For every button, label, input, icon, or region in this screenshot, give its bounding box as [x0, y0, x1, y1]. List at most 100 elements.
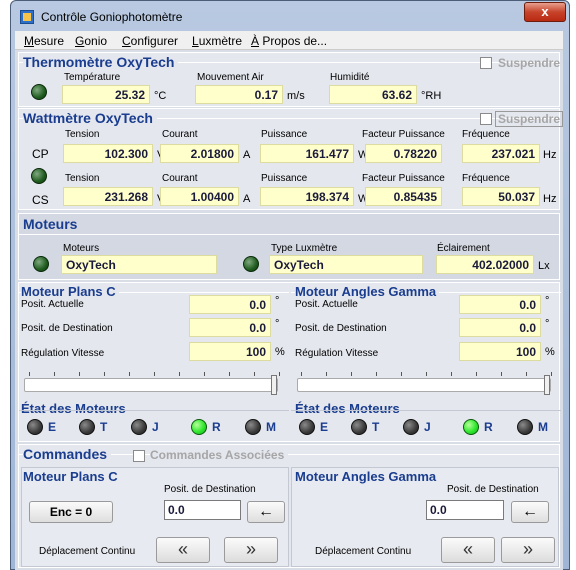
- watt-panel: Wattmètre OxyTech Suspendre CP Tension 1…: [18, 108, 564, 210]
- cmd-planc-dest-label: Posit. de Destination: [164, 484, 256, 495]
- slider-tick: [301, 372, 302, 376]
- temp-label: Température: [64, 72, 121, 83]
- menu-luxmetre[interactable]: Luxmètre: [192, 34, 242, 48]
- gamma-led-e: [299, 419, 315, 435]
- gamma-led-label-j: J: [424, 420, 431, 434]
- gamma-led-label-t: T: [372, 420, 380, 434]
- watt-title: Wattmètre OxyTech: [23, 110, 157, 126]
- gamma-led-label-m: M: [538, 420, 548, 434]
- gamma-dest-value: 0.0: [459, 318, 541, 337]
- slider-tick: [326, 372, 327, 376]
- lux-type-label: Type Luxmètre: [271, 243, 338, 254]
- slider-tick: [476, 372, 477, 376]
- cs-courant-unit: A: [243, 193, 251, 205]
- cmd-planc-title: Moteur Plans C: [23, 469, 118, 484]
- cp-tension-value: 102.300: [63, 144, 153, 163]
- gamma-status-leds: ETJRM: [291, 419, 561, 439]
- gamma-led-m: [517, 419, 533, 435]
- slider-tick: [376, 372, 377, 376]
- gamma-led-r: [463, 419, 479, 435]
- planc-led-e: [27, 419, 43, 435]
- menu-mesure[interactable]: Mesure: [24, 34, 64, 48]
- slider-tick: [179, 372, 180, 376]
- gamma-dest-unit: °: [545, 318, 550, 330]
- cmd-gamma-title: Moteur Angles Gamma: [295, 469, 437, 484]
- cs-courant-value: 1.00400: [160, 187, 239, 206]
- close-button[interactable]: x: [524, 2, 566, 22]
- menu-configurer[interactable]: Configurer: [122, 34, 178, 48]
- watt-suspend-checkbox[interactable]: [480, 113, 492, 125]
- slider-tick: [551, 372, 552, 376]
- cmd-gamma-next-button[interactable]: »: [501, 537, 555, 563]
- eclairement-unit: Lx: [538, 260, 550, 272]
- cp-fp-value: 0.78220: [365, 144, 442, 163]
- motors-row-panel: Moteur Plans C Posit. Actuelle 0.0 ° Pos…: [18, 282, 561, 442]
- moteurs-label: Moteurs: [63, 243, 100, 254]
- cmd-planc-go-button[interactable]: ←: [247, 501, 285, 523]
- commandes-assoc-label: Commandes Associées: [150, 448, 289, 462]
- cs-puissance-value: 198.374: [260, 187, 354, 206]
- planc-led-r: [191, 419, 207, 435]
- thermo-suspend-checkbox[interactable]: [480, 57, 492, 69]
- cmd-planc-prev-button[interactable]: «: [156, 537, 210, 563]
- gamma-pos-label: Posit. Actuelle: [295, 299, 358, 310]
- gamma-led-j: [403, 419, 419, 435]
- enc-reset-button[interactable]: Enc = 0: [29, 501, 113, 523]
- cmd-planc-dest-input[interactable]: 0.0: [164, 500, 241, 520]
- gamma-reg-unit: %: [545, 346, 555, 358]
- menu-gonio[interactable]: Gonio: [75, 34, 107, 48]
- planc-pos-label: Posit. Actuelle: [21, 299, 84, 310]
- planc-reg-label: Régulation Vitesse: [21, 348, 105, 359]
- cmd-gamma-go-button[interactable]: ←: [511, 501, 549, 523]
- commandes-assoc-checkbox[interactable]: [133, 450, 145, 462]
- slider-tick: [204, 372, 205, 376]
- thermo-suspend-label: Suspendre: [498, 56, 561, 70]
- commandes-panel: Commandes Commandes Associées Moteur Pla…: [18, 444, 560, 568]
- cmd-planc-next-button[interactable]: »: [224, 537, 278, 563]
- hum-unit: °RH: [421, 90, 442, 102]
- slider-tick: [229, 372, 230, 376]
- gamma-reg-label: Régulation Vitesse: [295, 348, 379, 359]
- slider-tick: [154, 372, 155, 376]
- planc-speed-slider[interactable]: [24, 375, 278, 395]
- cp-courant-label: Courant: [162, 129, 198, 140]
- slider-tick: [501, 372, 502, 376]
- cs-freq-value: 50.037: [462, 187, 540, 206]
- cp-tag: CP: [32, 147, 49, 161]
- planc-reg-value: 100: [189, 342, 271, 361]
- cp-freq-unit: Hz: [543, 149, 557, 161]
- planc-led-t: [79, 419, 95, 435]
- commandes-title: Commandes: [23, 446, 112, 462]
- watt-suspend-label: Suspendre: [495, 111, 564, 127]
- eclairement-value: 402.02000: [436, 255, 534, 274]
- gamma-etat-title: État des Moteurs: [295, 401, 400, 416]
- slider-tick: [351, 372, 352, 376]
- planc-led-label-t: T: [100, 420, 108, 434]
- slider-tick: [451, 372, 452, 376]
- gamma-speed-slider[interactable]: [297, 375, 551, 395]
- thermo-status-led: [31, 84, 47, 100]
- planc-etat-title: État des Moteurs: [21, 401, 126, 416]
- planc-led-label-j: J: [152, 420, 159, 434]
- air-value: 0.17: [195, 85, 283, 104]
- planc-slider-thumb[interactable]: [271, 375, 277, 395]
- cp-courant-value: 2.01800: [160, 144, 239, 163]
- planc-title: Moteur Plans C: [21, 284, 119, 299]
- planc-pos-unit: °: [275, 295, 280, 307]
- cs-courant-label: Courant: [162, 173, 198, 184]
- planc-reg-unit: %: [275, 346, 285, 358]
- menu-apropos[interactable]: À Propos de...: [251, 34, 327, 48]
- app-icon: [20, 10, 34, 24]
- gamma-slider-thumb[interactable]: [544, 375, 550, 395]
- cs-fp-value: 0.85435: [365, 187, 442, 206]
- temp-value: 25.32: [62, 85, 150, 104]
- slider-tick: [129, 372, 130, 376]
- cmd-gamma-dest-input[interactable]: 0.0: [426, 500, 504, 520]
- thermo-panel: Thermomètre OxyTech Suspendre Températur…: [18, 52, 560, 107]
- cp-tension-label: Tension: [65, 129, 100, 140]
- cmd-gamma-prev-button[interactable]: «: [441, 537, 495, 563]
- slider-tick: [279, 372, 280, 376]
- planc-status-leds: ETJRM: [19, 419, 289, 439]
- cs-status-led: [31, 168, 47, 184]
- cs-puissance-label: Puissance: [261, 173, 308, 184]
